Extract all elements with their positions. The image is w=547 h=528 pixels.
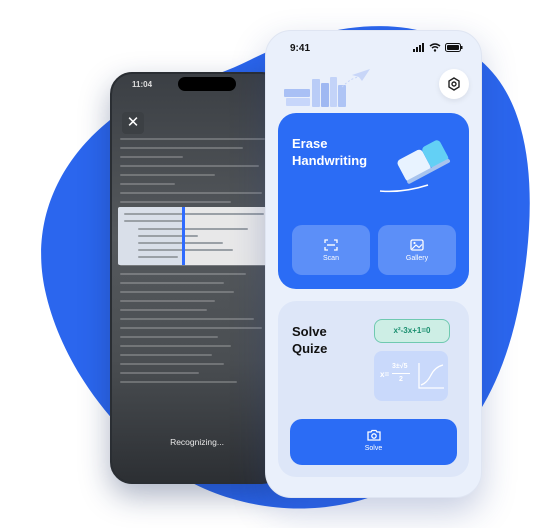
solve-title-line1: Solve xyxy=(292,324,327,339)
main-phone: 9:41 Erase Handwriting Scan Gallery Solv… xyxy=(265,30,482,498)
formula-denominator: 2 xyxy=(399,376,403,383)
gallery-icon xyxy=(410,239,424,251)
graph-icon xyxy=(418,363,444,389)
erase-handwriting-card[interactable]: Erase Handwriting Scan Gallery xyxy=(278,113,469,289)
eraser-icon xyxy=(379,140,451,193)
close-button[interactable]: ✕ xyxy=(122,112,144,134)
battery-icon xyxy=(445,43,463,52)
back-status-time: 11:04 xyxy=(132,80,153,89)
settings-icon xyxy=(448,77,460,91)
solve-card-title: Solve Quize xyxy=(292,323,327,357)
scan-selection-box[interactable] xyxy=(118,207,274,265)
camera-notch xyxy=(178,77,236,91)
solve-title-line2: Quize xyxy=(292,341,328,356)
solve-button[interactable]: Solve xyxy=(290,419,457,465)
formula-left: x= xyxy=(380,370,390,379)
equation-chip: x²-3x+1=0 xyxy=(374,319,450,343)
paper-text-lines xyxy=(120,138,278,438)
scan-label: Scan xyxy=(323,255,339,262)
gallery-label: Gallery xyxy=(405,255,429,262)
settings-button[interactable] xyxy=(439,69,469,99)
solve-label: Solve xyxy=(364,445,383,452)
erase-title-line2: Handwriting xyxy=(292,153,368,168)
erase-title-line1: Erase xyxy=(292,136,328,151)
wifi-icon xyxy=(429,43,441,52)
books-icon xyxy=(284,69,370,107)
status-icons xyxy=(413,43,463,52)
solve-quiz-card[interactable]: Solve Quize x²-3x+1=0 x= 3±√5 2 Solve xyxy=(278,301,469,477)
camera-icon xyxy=(366,429,381,441)
status-time: 9:41 xyxy=(290,43,311,54)
close-icon: ✕ xyxy=(126,114,140,131)
scan-line xyxy=(182,207,185,265)
scan-icon xyxy=(324,239,338,251)
gallery-button[interactable]: Gallery xyxy=(378,225,456,275)
scanner-phone: 11:04 ✕ Recognizing... xyxy=(110,72,284,484)
formula-chip: x= 3±√5 2 xyxy=(374,351,448,401)
formula-numerator: 3±√5 xyxy=(392,363,408,370)
recognizing-status: Recognizing... xyxy=(170,437,224,447)
erase-card-title: Erase Handwriting xyxy=(292,135,367,169)
signal-icon xyxy=(413,43,424,52)
scan-button[interactable]: Scan xyxy=(292,225,370,275)
paper-plane-icon xyxy=(352,69,370,81)
